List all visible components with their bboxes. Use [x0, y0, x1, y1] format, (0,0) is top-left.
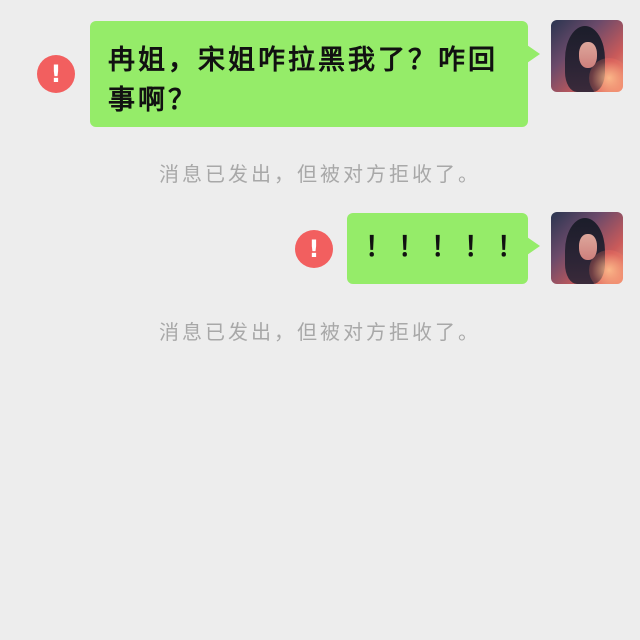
message-text: ！！！！！ — [365, 232, 530, 263]
user-avatar[interactable] — [551, 20, 623, 92]
message-text: 冉姐，宋姐咋拉黑我了？咋回事啊？ — [108, 45, 498, 116]
message-bubble[interactable]: 冉姐，宋姐咋拉黑我了？咋回事啊？ — [90, 21, 540, 127]
rejected-notice: 消息已发出，但被对方拒收了。 — [159, 162, 481, 186]
rejected-notice: 消息已发出，但被对方拒收了。 — [159, 320, 481, 344]
send-failed-icon[interactable]: ! — [37, 55, 75, 93]
chat-area: ! 冉姐，宋姐咋拉黑我了？咋回事啊？ 消息已发出，但被对方拒收了。 ! ！！！！… — [0, 0, 640, 640]
user-avatar[interactable] — [551, 212, 623, 284]
message-bubble[interactable]: ！！！！！ — [347, 213, 540, 284]
send-failed-icon[interactable]: ! — [295, 230, 333, 268]
